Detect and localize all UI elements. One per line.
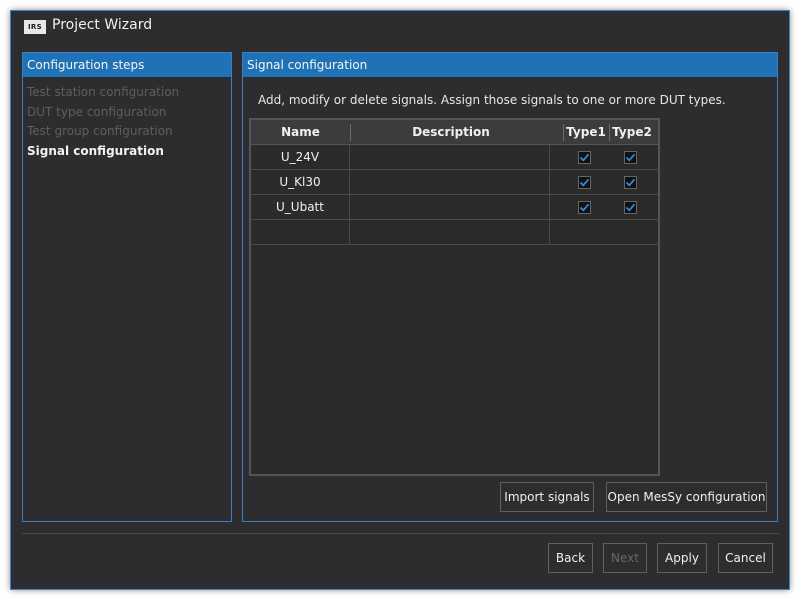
window-title: Project Wizard xyxy=(52,17,153,33)
signal-description-cell[interactable] xyxy=(350,220,550,244)
step-test-station: Test station configuration xyxy=(27,85,180,99)
type1-checkbox[interactable] xyxy=(578,151,591,164)
signal-name-cell[interactable]: U_Kl30 xyxy=(251,170,350,194)
checkmark-icon xyxy=(625,153,636,162)
signal-description-cell[interactable] xyxy=(350,145,550,169)
checkmark-icon xyxy=(579,178,590,187)
type2-checkbox[interactable] xyxy=(624,201,637,214)
step-dut-type: DUT type configuration xyxy=(27,104,167,119)
table-row[interactable]: U_Kl30 xyxy=(251,170,658,195)
column-header-type2[interactable]: Type2 xyxy=(610,120,654,145)
column-header-type1[interactable]: Type1 xyxy=(564,120,608,145)
step-signal-configuration: Signal configuration xyxy=(27,143,164,158)
signal-configuration-panel: Signal configuration Add, modify or dele… xyxy=(242,52,778,522)
irs-logo-icon: IRS xyxy=(24,20,46,34)
new-row-placeholder[interactable] xyxy=(251,220,658,245)
checkmark-icon xyxy=(579,203,590,212)
signal-name-cell[interactable]: U_Ubatt xyxy=(251,195,350,219)
type1-checkbox[interactable] xyxy=(578,176,591,189)
signals-table[interactable]: Name Description Type1 Type2 U_24V U_Kl3… xyxy=(249,118,660,476)
configuration-steps-header: Configuration steps xyxy=(23,53,231,77)
column-header-name[interactable]: Name xyxy=(251,120,350,145)
checkmark-icon xyxy=(579,153,590,162)
table-header: Name Description Type1 Type2 xyxy=(251,120,658,145)
type2-checkbox[interactable] xyxy=(624,151,637,164)
apply-button[interactable]: Apply xyxy=(657,543,707,573)
signal-configuration-header: Signal configuration xyxy=(243,53,777,77)
column-header-description[interactable]: Description xyxy=(351,120,551,145)
table-row[interactable]: U_Ubatt xyxy=(251,195,658,220)
signal-name-cell[interactable]: U_24V xyxy=(251,145,350,169)
steps-list: Test station configuration DUT type conf… xyxy=(27,83,179,161)
signal-name-cell[interactable] xyxy=(251,220,350,244)
table-row[interactable]: U_24V xyxy=(251,145,658,170)
intro-text: Add, modify or delete signals. Assign th… xyxy=(258,93,726,107)
title-bar: IRS Project Wizard xyxy=(11,11,789,41)
type2-checkbox[interactable] xyxy=(624,176,637,189)
back-button[interactable]: Back xyxy=(548,543,593,573)
footer-separator xyxy=(22,533,779,534)
import-signals-button[interactable]: Import signals xyxy=(500,482,594,512)
signal-description-cell[interactable] xyxy=(350,170,550,194)
cancel-button[interactable]: Cancel xyxy=(718,543,773,573)
project-wizard-window: IRS Project Wizard Configuration steps T… xyxy=(10,10,790,590)
signal-description-cell[interactable] xyxy=(350,195,550,219)
open-messy-configuration-button[interactable]: Open MesSy configuration xyxy=(606,482,767,512)
configuration-steps-panel: Configuration steps Test station configu… xyxy=(22,52,232,522)
step-test-group: Test group configuration xyxy=(27,124,173,138)
next-button[interactable]: Next xyxy=(603,543,647,573)
type1-checkbox[interactable] xyxy=(578,201,591,214)
checkmark-icon xyxy=(625,178,636,187)
checkmark-icon xyxy=(625,203,636,212)
